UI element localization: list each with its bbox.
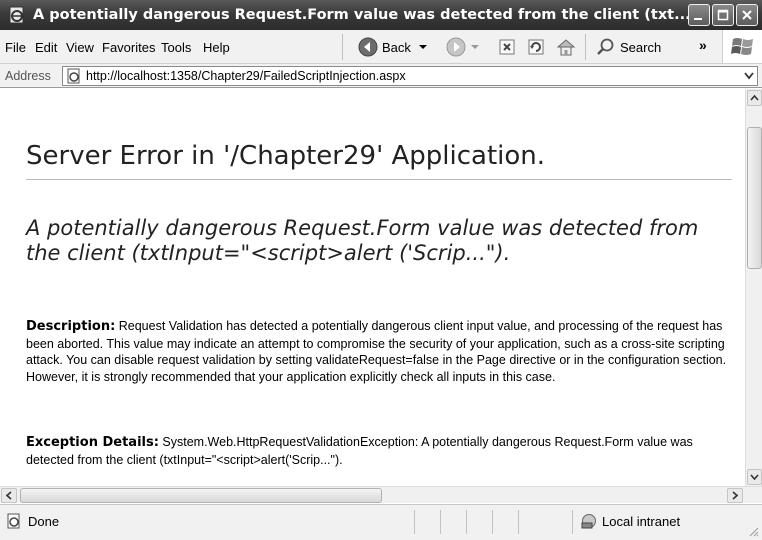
menu-help[interactable]: Help xyxy=(203,40,230,55)
home-icon xyxy=(556,39,576,56)
chevron-right-icon xyxy=(732,491,738,500)
window-title: A potentially dangerous Request.Form val… xyxy=(33,7,691,23)
status-divider xyxy=(414,510,415,534)
chevron-down-icon[interactable] xyxy=(418,42,428,52)
status-divider xyxy=(572,510,573,534)
intranet-icon xyxy=(581,514,596,529)
chevron-up-icon xyxy=(750,95,759,101)
address-label: Address xyxy=(5,69,51,83)
menu-edit[interactable]: Edit xyxy=(35,40,57,55)
menu-favorites[interactable]: Favorites xyxy=(102,40,155,55)
back-arrow-icon xyxy=(358,37,378,57)
status-divider xyxy=(492,510,493,534)
search-button[interactable]: Search xyxy=(596,36,661,58)
refresh-icon xyxy=(528,39,544,55)
forward-button[interactable] xyxy=(446,36,480,58)
exception-label: Exception Details: xyxy=(26,435,159,450)
ie-page-icon xyxy=(9,6,24,24)
scroll-left-button[interactable] xyxy=(1,488,17,503)
menu-file[interactable]: File xyxy=(5,40,26,55)
page-done-icon xyxy=(7,513,20,529)
forward-arrow-icon xyxy=(446,37,466,57)
toolbar-separator xyxy=(585,34,586,60)
status-text: Done xyxy=(28,513,60,529)
toolbar-separator xyxy=(342,34,343,60)
maximize-button[interactable] xyxy=(712,4,734,26)
divider xyxy=(26,179,732,180)
menu-toolbar-bar: File Edit View Favorites Tools Help Back xyxy=(0,30,762,64)
search-icon xyxy=(597,38,614,55)
error-message: A potentially dangerous Request.Form val… xyxy=(26,216,699,265)
title-bar: A potentially dangerous Request.Form val… xyxy=(0,0,762,30)
stop-button[interactable] xyxy=(498,36,516,58)
menu-view[interactable]: View xyxy=(66,40,94,55)
back-label: Back xyxy=(382,39,411,55)
scroll-right-button[interactable] xyxy=(727,488,743,503)
address-dropdown-button[interactable] xyxy=(741,67,757,85)
page-title: Server Error in '/Chapter29' Application… xyxy=(26,141,546,171)
horizontal-scroll-thumb[interactable] xyxy=(20,488,382,503)
toolbar-overflow-button[interactable]: » xyxy=(699,37,707,53)
chevron-down-icon xyxy=(750,474,759,480)
resize-grip-icon[interactable] xyxy=(747,525,759,537)
close-button[interactable] xyxy=(736,4,758,26)
horizontal-scrollbar[interactable] xyxy=(0,486,762,503)
vertical-scrollbar[interactable] xyxy=(745,89,762,486)
windows-logo xyxy=(722,30,762,63)
status-divider xyxy=(466,510,467,534)
vertical-scroll-thumb[interactable] xyxy=(747,127,762,269)
page-icon xyxy=(67,68,80,84)
back-button[interactable]: Back xyxy=(358,36,428,58)
search-label: Search xyxy=(620,39,662,55)
home-button[interactable] xyxy=(556,36,576,58)
address-url: http://localhost:1358/Chapter29/FailedSc… xyxy=(86,69,406,83)
menu-tools[interactable]: Tools xyxy=(161,40,191,55)
scroll-down-button[interactable] xyxy=(747,469,762,485)
description-paragraph: Description: Request Validation has dete… xyxy=(26,318,740,385)
description-text: Request Validation has detected a potent… xyxy=(26,319,727,384)
exception-paragraph: Exception Details: System.Web.HttpReques… xyxy=(26,434,740,468)
address-bar: Address http://localhost:1358/Chapter29/… xyxy=(0,64,762,88)
stop-icon xyxy=(499,39,515,55)
status-divider xyxy=(518,510,519,534)
minimize-icon xyxy=(694,18,702,20)
security-zone: Local intranet xyxy=(580,513,680,529)
address-input[interactable]: http://localhost:1358/Chapter29/FailedSc… xyxy=(62,66,758,86)
close-icon xyxy=(742,10,752,20)
chevron-down-icon xyxy=(744,72,754,80)
refresh-button[interactable] xyxy=(527,36,545,58)
status-divider xyxy=(440,510,441,534)
scroll-up-button[interactable] xyxy=(747,90,762,106)
maximize-icon xyxy=(717,9,729,21)
zone-label: Local intranet xyxy=(602,513,681,529)
minimize-button[interactable] xyxy=(688,4,710,26)
chevron-left-icon xyxy=(6,491,12,500)
page-content: Server Error in '/Chapter29' Application… xyxy=(0,89,745,486)
windows-flag-icon xyxy=(730,37,753,55)
status-bar: Done Local intranet xyxy=(0,504,762,540)
description-label: Description: xyxy=(26,319,116,334)
chevron-down-icon[interactable] xyxy=(470,42,480,52)
